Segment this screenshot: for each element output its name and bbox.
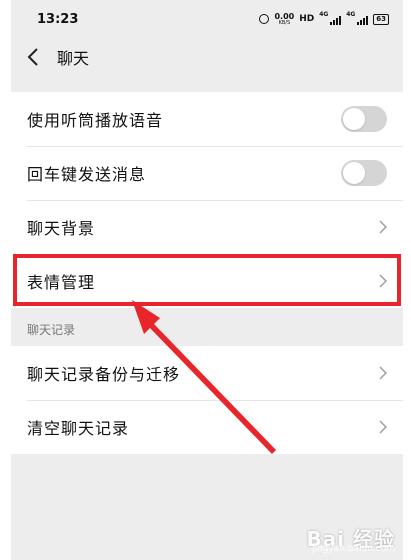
annotation-arrow [132, 300, 276, 454]
watermark-url: jingyan.baidu.com [311, 544, 395, 554]
baidu-watermark: Bai 经验 jingyan.baidu.com [306, 523, 395, 554]
